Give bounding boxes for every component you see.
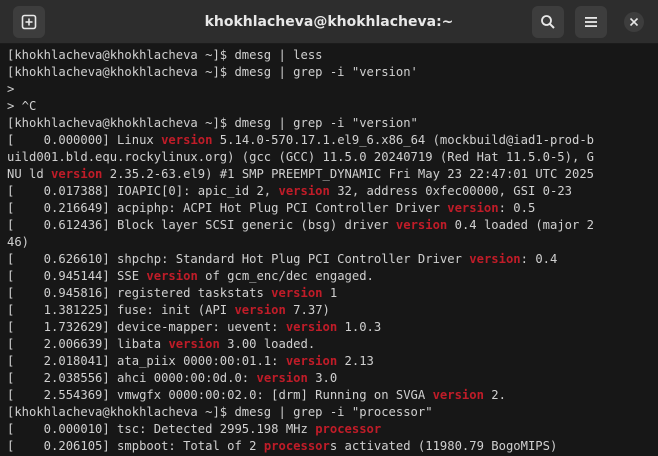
grep-match: version bbox=[285, 320, 338, 334]
terminal-line: [ 1.732629] device-mapper: uevent: versi… bbox=[7, 319, 658, 336]
terminal-line: [khokhlacheva@khokhlacheva ~]$ dmesg | g… bbox=[7, 404, 658, 421]
line-text: [khokhlacheva@khokhlacheva ~]$ dmesg | g… bbox=[7, 116, 418, 130]
grep-match: processor bbox=[315, 422, 382, 436]
line-text: 3.0 bbox=[307, 371, 338, 385]
line-text: uild001.bld.equ.rockylinux.org) (gcc (GC… bbox=[7, 150, 594, 164]
terminal-line: [ 2.018041] ata_piix 0000:00:01.1: versi… bbox=[7, 353, 658, 370]
window-title: khokhlacheva@khokhlacheva:~ bbox=[204, 14, 454, 30]
line-text: [ 2.018041] ata_piix 0000:00:01.1: bbox=[7, 354, 286, 368]
line-text: [ 0.000010] tsc: Detected 2995.198 MHz bbox=[7, 422, 316, 436]
line-text: 2.13 bbox=[337, 354, 374, 368]
line-text: [ 0.612436] Block layer SCSI generic (bs… bbox=[7, 218, 396, 232]
line-text: > ^C bbox=[7, 99, 37, 113]
line-text: of gcm_enc/dec engaged. bbox=[197, 269, 374, 283]
new-tab-icon bbox=[21, 14, 37, 30]
menu-button[interactable] bbox=[575, 6, 607, 38]
grep-match: version bbox=[256, 371, 308, 385]
line-text: [ 1.381225] fuse: init (API bbox=[7, 303, 235, 317]
title-bar: khokhlacheva@khokhlacheva:~ bbox=[0, 0, 658, 44]
close-button[interactable] bbox=[624, 12, 644, 32]
new-tab-button[interactable] bbox=[13, 6, 45, 38]
close-icon bbox=[629, 17, 639, 27]
terminal-line: [ 0.206105] smpboot: Total of 2 processo… bbox=[7, 438, 658, 455]
grep-match: version bbox=[447, 201, 499, 215]
terminal-output[interactable]: [khokhlacheva@khokhlacheva ~]$ dmesg | l… bbox=[0, 44, 658, 456]
line-text: 3.00 loaded. bbox=[219, 337, 316, 351]
terminal-line: [ 0.000010] tsc: Detected 2995.198 MHz p… bbox=[7, 421, 658, 438]
grep-match: version bbox=[432, 388, 484, 402]
terminal-line: [ 0.216649] acpiphp: ACPI Hot Plug PCI C… bbox=[7, 200, 658, 217]
line-text: : 0.5 bbox=[498, 201, 536, 215]
line-text: [ 0.017388] IOAPIC[0]: apic_id 2, bbox=[7, 184, 279, 198]
line-text: > bbox=[7, 82, 15, 96]
search-button[interactable] bbox=[532, 6, 564, 38]
line-text: 0.4 loaded (major 2 bbox=[447, 218, 595, 232]
terminal-line: [ 0.612436] Block layer SCSI generic (bs… bbox=[7, 217, 658, 234]
grep-match: processor bbox=[263, 439, 330, 453]
terminal-line: [ 2.554369] vmwgfx 0000:00:02.0: [drm] R… bbox=[7, 387, 658, 404]
line-text: [ 0.945816] registered taskstats bbox=[7, 286, 272, 300]
terminal-lines: [khokhlacheva@khokhlacheva ~]$ dmesg | l… bbox=[7, 47, 658, 455]
line-text: 1 bbox=[322, 286, 338, 300]
grep-match: version bbox=[146, 269, 198, 283]
line-text: 5.14.0-570.17.1.el9_6.x86_64 (mockbuild@… bbox=[212, 133, 595, 147]
grep-match: version bbox=[469, 252, 521, 266]
terminal-line: [ 0.017388] IOAPIC[0]: apic_id 2, versio… bbox=[7, 183, 658, 200]
terminal-line: [ 0.000000] Linux version 5.14.0-570.17.… bbox=[7, 132, 658, 149]
line-text: [khokhlacheva@khokhlacheva ~]$ dmesg | l… bbox=[7, 48, 323, 62]
line-text: [ 0.216649] acpiphp: ACPI Hot Plug PCI C… bbox=[7, 201, 448, 215]
line-text: NU ld bbox=[7, 167, 52, 181]
terminal-line: [ 1.381225] fuse: init (API version 7.37… bbox=[7, 302, 658, 319]
terminal-line: > bbox=[7, 81, 658, 98]
line-text: [ 0.626610] shpchp: Standard Hot Plug PC… bbox=[7, 252, 470, 266]
grep-match: version bbox=[395, 218, 448, 232]
line-text: [khokhlacheva@khokhlacheva ~]$ dmesg | g… bbox=[7, 405, 433, 419]
terminal-line: [khokhlacheva@khokhlacheva ~]$ dmesg | l… bbox=[7, 47, 658, 64]
line-text: [ 0.945144] SSE bbox=[7, 269, 147, 283]
hamburger-menu-icon bbox=[585, 17, 597, 27]
terminal-line: [ 0.626610] shpchp: Standard Hot Plug PC… bbox=[7, 251, 658, 268]
terminal-line: [ 2.038556] ahci 0000:00:0d.0: version 3… bbox=[7, 370, 658, 387]
terminal-line: [khokhlacheva@khokhlacheva ~]$ dmesg | g… bbox=[7, 64, 658, 81]
line-text: [ 0.000000] Linux bbox=[7, 133, 162, 147]
line-text: : 0.4 bbox=[520, 252, 558, 266]
terminal-line: 46) bbox=[7, 234, 658, 251]
terminal-line: [ 0.945816] registered taskstats version… bbox=[7, 285, 658, 302]
line-text: 2. bbox=[483, 388, 506, 402]
terminal-line: [ 2.006639] libata version 3.00 loaded. bbox=[7, 336, 658, 353]
terminal-window: khokhlacheva@khokhlacheva:~ [khokhlachev… bbox=[0, 0, 658, 456]
line-text: [ 2.038556] ahci 0000:00:0d.0: bbox=[7, 371, 257, 385]
grep-match: version bbox=[278, 184, 330, 198]
line-text: 32, address 0xfec00000, GSI 0-23 bbox=[329, 184, 573, 198]
terminal-line: NU ld version 2.35.2-63.el9) #1 SMP PREE… bbox=[7, 166, 658, 183]
line-text: [ 2.554369] vmwgfx 0000:00:02.0: [drm] R… bbox=[7, 388, 433, 402]
grep-match: version bbox=[285, 354, 338, 368]
grep-match: version bbox=[161, 133, 213, 147]
search-icon bbox=[541, 15, 555, 29]
line-text: 1.0.3 bbox=[337, 320, 382, 334]
line-text: [ 0.206105] smpboot: Total of 2 bbox=[7, 439, 264, 453]
line-text: [ 2.006639] libata bbox=[7, 337, 169, 351]
terminal-line: [ 0.945144] SSE version of gcm_enc/dec e… bbox=[7, 268, 658, 285]
line-text: 2.35.2-63.el9) #1 SMP PREEMPT_DYNAMIC Fr… bbox=[102, 167, 595, 181]
line-text: 46) bbox=[7, 235, 30, 249]
line-text: s activated (11980.79 BogoMIPS) bbox=[329, 439, 558, 453]
terminal-line: [khokhlacheva@khokhlacheva ~]$ dmesg | g… bbox=[7, 115, 658, 132]
grep-match: version bbox=[234, 303, 286, 317]
grep-match: version bbox=[168, 337, 220, 351]
line-text: [khokhlacheva@khokhlacheva ~]$ dmesg | g… bbox=[7, 65, 418, 79]
terminal-line: > ^C bbox=[7, 98, 658, 115]
line-text: [ 1.732629] device-mapper: uevent: bbox=[7, 320, 286, 334]
grep-match: version bbox=[271, 286, 323, 300]
line-text: 7.37) bbox=[285, 303, 330, 317]
grep-match: version bbox=[51, 167, 103, 181]
terminal-line: uild001.bld.equ.rockylinux.org) (gcc (GC… bbox=[7, 149, 658, 166]
